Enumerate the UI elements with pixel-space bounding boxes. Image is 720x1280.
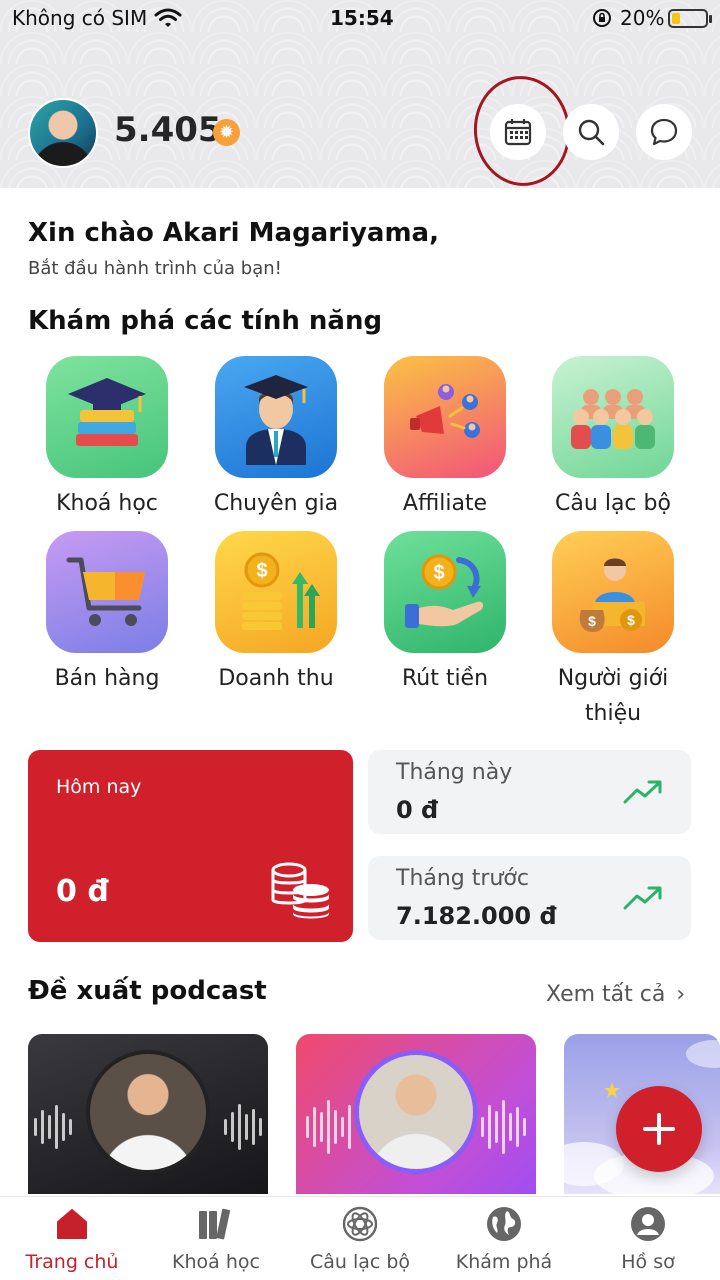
- plus-icon: [643, 1113, 675, 1145]
- waveform-left: [34, 1092, 72, 1162]
- megaphone-network-icon: [384, 356, 506, 478]
- atom-icon: [342, 1206, 378, 1242]
- podcast-title: Đề xuất podcast: [28, 976, 267, 1006]
- trend-up-icon: [623, 886, 662, 910]
- feature-doanh-thu[interactable]: $ Doanh thu: [196, 531, 356, 696]
- search-button[interactable]: [563, 104, 619, 160]
- podcast-host-image: [354, 1050, 478, 1174]
- feature-label: Chuyên gia: [213, 491, 339, 516]
- svg-text:$: $: [588, 613, 596, 629]
- feature-label: Người giới thiệu: [557, 666, 669, 726]
- greeting-title: Xin chào Akari Magariyama,: [28, 218, 439, 248]
- feature-label: Câu lạc bộ: [555, 491, 671, 516]
- features-title: Khám phá các tính năng: [28, 306, 383, 336]
- calendar-button[interactable]: [490, 104, 546, 160]
- nav-label: Khoá học: [172, 1251, 260, 1273]
- revenue-coins-icon: $: [215, 531, 337, 653]
- graduate-person-icon: [215, 356, 337, 478]
- chevron-right-icon: ›: [676, 982, 686, 1007]
- points-value: 5.405: [114, 110, 222, 150]
- svg-text:$: $: [433, 562, 444, 584]
- stat-today-amount: 0 đ: [56, 874, 109, 909]
- globe-icon: [487, 1207, 521, 1241]
- referrer-money-icon: $ $: [552, 531, 674, 653]
- feature-khoa-hoc[interactable]: Khoá học: [27, 356, 187, 521]
- feature-nguoi-gioi-thieu[interactable]: $ $ Người giới thiệu: [533, 531, 693, 731]
- feature-label: Doanh thu: [218, 666, 334, 691]
- svg-text:$: $: [256, 560, 267, 582]
- add-button[interactable]: [616, 1086, 702, 1172]
- nav-label: Câu lạc bộ: [309, 1251, 411, 1273]
- nav-item-cau-lac-bo[interactable]: Câu lạc bộ: [288, 1205, 432, 1273]
- graduation-books-icon: [46, 356, 168, 478]
- waveform-right: [224, 1092, 262, 1162]
- stat-this-month-amount: 0 đ: [396, 796, 439, 824]
- waveform-left: [306, 1092, 351, 1162]
- feature-chuyen-gia[interactable]: Chuyên gia: [196, 356, 356, 521]
- profile-icon: [631, 1207, 665, 1241]
- avatar[interactable]: [28, 98, 98, 168]
- status-bar: Không có SIM 15:54 20%: [0, 0, 720, 38]
- trend-up-icon: [623, 780, 662, 804]
- battery-icon: [668, 9, 712, 28]
- nav-label: Hồ sơ: [621, 1251, 675, 1273]
- bottom-nav: Trang chủ Khoá học Câu lạc bộ Khám phá H…: [0, 1196, 720, 1280]
- see-all-link[interactable]: Xem tất cả ›: [546, 982, 685, 1007]
- carrier-label: Không có SIM: [12, 6, 148, 30]
- nav-label: Khám phá: [455, 1251, 553, 1273]
- home-icon: [57, 1209, 87, 1239]
- stat-last-month-amount: 7.182.000 đ: [396, 902, 557, 930]
- nav-label: Trang chủ: [25, 1251, 119, 1273]
- feature-rut-tien[interactable]: $ Rút tiền: [365, 531, 525, 696]
- stat-today-card[interactable]: Hôm nay 0 đ: [28, 750, 353, 942]
- coins-stack-icon: [271, 862, 329, 919]
- podcast-card[interactable]: [28, 1034, 268, 1194]
- feature-label: Rút tiền: [401, 666, 489, 691]
- shopping-cart-icon: [46, 531, 168, 653]
- wifi-icon: [154, 8, 182, 27]
- withdraw-coin-hand-icon: $: [384, 531, 506, 653]
- stat-this-month-card[interactable]: Tháng này 0 đ: [368, 750, 691, 834]
- feature-label: Bán hàng: [54, 666, 160, 691]
- coin-icon: ✹: [213, 119, 240, 146]
- battery-percent: 20%: [620, 6, 665, 30]
- books-icon: [199, 1208, 231, 1240]
- chat-icon: [650, 118, 678, 146]
- greeting-subtitle: Bắt đầu hành trình của bạn!: [28, 258, 282, 279]
- feature-label: Affiliate: [402, 491, 488, 516]
- nav-item-ho-so[interactable]: Hồ sơ: [576, 1205, 720, 1273]
- waveform-right: [481, 1092, 526, 1162]
- group-people-icon: [552, 356, 674, 478]
- podcast-card[interactable]: [296, 1034, 536, 1194]
- calendar-icon: [504, 119, 532, 146]
- nav-item-trang-chu[interactable]: Trang chủ: [0, 1205, 144, 1273]
- svg-text:$: $: [627, 612, 635, 628]
- stat-last-month-card[interactable]: Tháng trước 7.182.000 đ: [368, 856, 691, 940]
- see-all-label: Xem tất cả: [546, 982, 666, 1007]
- nav-item-khoa-hoc[interactable]: Khoá học: [144, 1205, 288, 1273]
- chat-button[interactable]: [636, 104, 692, 160]
- rotation-lock-icon: [593, 9, 611, 27]
- feature-ban-hang[interactable]: Bán hàng: [27, 531, 187, 696]
- feature-label: Khoá học: [56, 491, 158, 516]
- feature-cau-lac-bo[interactable]: Câu lạc bộ: [533, 356, 693, 521]
- stat-today-label: Hôm nay: [56, 776, 142, 798]
- stat-last-month-label: Tháng trước: [396, 866, 529, 891]
- clock: 15:54: [330, 6, 394, 30]
- podcast-host-image: [86, 1050, 210, 1174]
- nav-item-kham-pha[interactable]: Khám phá: [432, 1205, 576, 1273]
- stat-this-month-label: Tháng này: [396, 760, 513, 785]
- feature-affiliate[interactable]: Affiliate: [365, 356, 525, 521]
- search-icon: [578, 119, 605, 146]
